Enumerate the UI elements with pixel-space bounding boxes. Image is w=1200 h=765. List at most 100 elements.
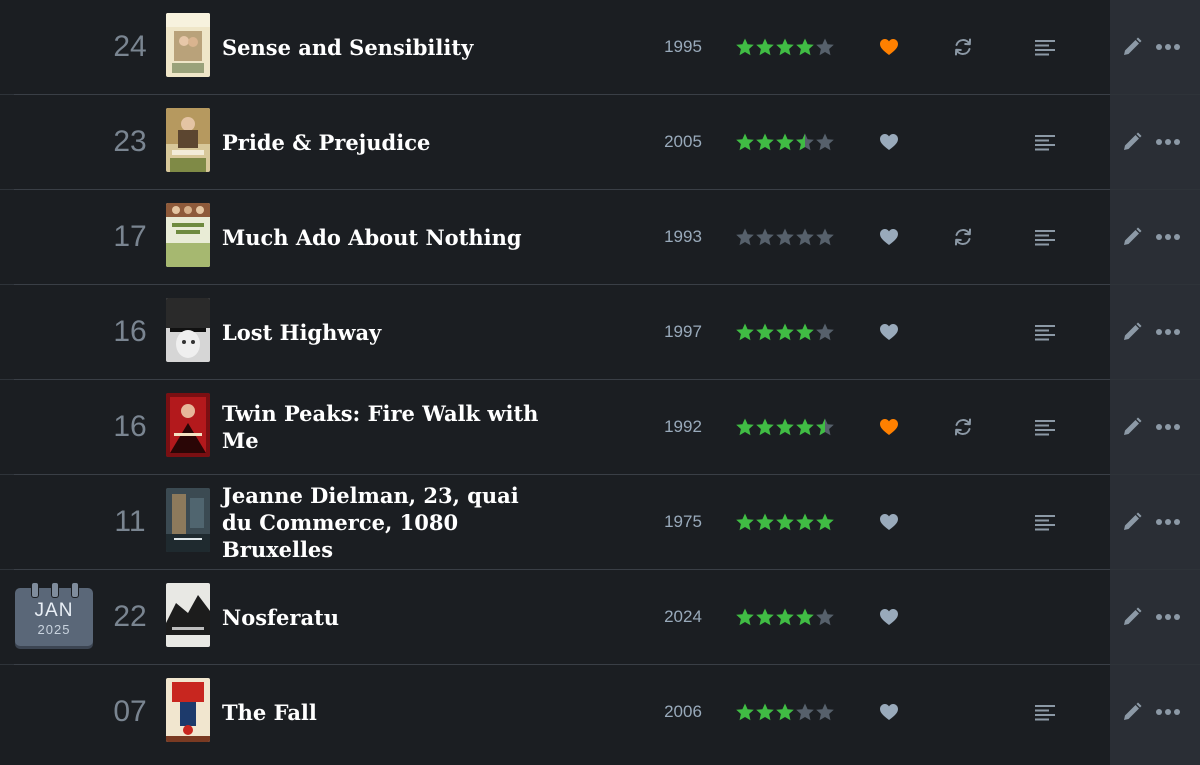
more-options-icon[interactable]	[1155, 380, 1181, 474]
star-full-icon	[756, 703, 774, 721]
star-full-icon	[776, 133, 794, 151]
film-title[interactable]: Jeanne Dielman, 23, quai du Commerce, 10…	[222, 475, 552, 569]
star-full-icon	[796, 38, 814, 56]
entry-day[interactable]: 23	[100, 95, 160, 189]
star-full-icon	[776, 323, 794, 341]
star-rating[interactable]	[735, 95, 835, 189]
entry-day[interactable]: 22	[100, 570, 160, 664]
edit-icon[interactable]	[1121, 665, 1143, 759]
film-year[interactable]: 1992	[648, 380, 718, 474]
entry-day[interactable]: 17	[100, 190, 160, 284]
film-year[interactable]: 2005	[648, 95, 718, 189]
row-divider	[14, 189, 1110, 190]
star-full-icon	[736, 608, 754, 626]
film-title[interactable]: Nosferatu	[222, 570, 552, 664]
more-options-icon[interactable]	[1155, 665, 1181, 759]
review-icon[interactable]	[1034, 285, 1056, 379]
diary-entry: 22 Nosferatu 2024	[0, 569, 1200, 664]
more-options-icon[interactable]	[1155, 95, 1181, 189]
star-empty-icon	[796, 703, 814, 721]
star-empty-icon	[736, 228, 754, 246]
calendar-month-badge[interactable]: JAN 2025	[15, 582, 93, 648]
poster-nosferatu[interactable]	[166, 583, 210, 647]
poster-much-ado[interactable]	[166, 203, 210, 267]
review-icon[interactable]	[1034, 380, 1056, 474]
entry-day[interactable]: 07	[100, 665, 160, 759]
star-empty-icon	[796, 228, 814, 246]
edit-icon[interactable]	[1121, 0, 1143, 94]
like-heart-icon[interactable]	[879, 475, 899, 569]
edit-icon[interactable]	[1121, 190, 1143, 284]
review-icon[interactable]	[1034, 475, 1056, 569]
review-icon[interactable]	[1034, 665, 1056, 759]
film-year[interactable]: 1997	[648, 285, 718, 379]
review-icon[interactable]	[1034, 0, 1056, 94]
poster-jeanne-dielman[interactable]	[166, 488, 210, 552]
edit-icon[interactable]	[1121, 380, 1143, 474]
more-options-icon[interactable]	[1155, 570, 1181, 664]
star-empty-icon	[816, 703, 834, 721]
star-full-icon	[776, 38, 794, 56]
diary-entry: 07 The Fall 2006	[0, 664, 1200, 759]
entry-day[interactable]: 16	[100, 285, 160, 379]
like-heart-icon[interactable]	[879, 95, 899, 189]
like-heart-icon[interactable]	[879, 380, 899, 474]
star-rating[interactable]	[735, 0, 835, 94]
edit-icon[interactable]	[1121, 95, 1143, 189]
like-heart-icon[interactable]	[879, 570, 899, 664]
star-full-icon	[736, 38, 754, 56]
calendar-ring	[51, 582, 59, 598]
film-title[interactable]: Much Ado About Nothing	[222, 190, 552, 284]
star-full-icon	[756, 513, 774, 531]
rewatch-icon[interactable]	[952, 190, 974, 284]
star-rating[interactable]	[735, 570, 835, 664]
star-rating[interactable]	[735, 285, 835, 379]
entry-day[interactable]: 11	[100, 475, 160, 569]
entry-day[interactable]: 16	[100, 380, 160, 474]
poster-sense-and-sensibility[interactable]	[166, 13, 210, 77]
poster-the-fall[interactable]	[166, 678, 210, 742]
diary-entry: 16 Twin Peaks: Fire Walk with Me 1992	[0, 379, 1200, 474]
more-options-icon[interactable]	[1155, 475, 1181, 569]
film-title[interactable]: Pride & Prejudice	[222, 95, 552, 189]
more-options-icon[interactable]	[1155, 190, 1181, 284]
film-year[interactable]: 1975	[648, 475, 718, 569]
more-options-icon[interactable]	[1155, 285, 1181, 379]
like-heart-icon[interactable]	[879, 190, 899, 284]
like-heart-icon[interactable]	[879, 285, 899, 379]
star-rating[interactable]	[735, 190, 835, 284]
film-title[interactable]: The Fall	[222, 665, 552, 759]
film-title[interactable]: Sense and Sensibility	[222, 0, 552, 94]
entry-day[interactable]: 24	[100, 0, 160, 94]
star-rating[interactable]	[735, 475, 835, 569]
star-full-icon	[736, 513, 754, 531]
like-heart-icon[interactable]	[879, 0, 899, 94]
diary-entry: 23 Pride & Prejudice 2005	[0, 94, 1200, 189]
review-icon[interactable]	[1034, 190, 1056, 284]
edit-icon[interactable]	[1121, 570, 1143, 664]
star-full-icon	[736, 133, 754, 151]
film-year[interactable]: 1993	[648, 190, 718, 284]
star-rating[interactable]	[735, 665, 835, 759]
rewatch-icon[interactable]	[952, 0, 974, 94]
rewatch-icon[interactable]	[952, 380, 974, 474]
star-full-icon	[756, 323, 774, 341]
film-year[interactable]: 1995	[648, 0, 718, 94]
review-icon[interactable]	[1034, 95, 1056, 189]
poster-twin-peaks[interactable]	[166, 393, 210, 457]
more-options-icon[interactable]	[1155, 0, 1181, 94]
film-year[interactable]: 2024	[648, 570, 718, 664]
poster-pride-and-prejudice[interactable]	[166, 108, 210, 172]
star-full-icon	[756, 608, 774, 626]
edit-icon[interactable]	[1121, 475, 1143, 569]
edit-icon[interactable]	[1121, 285, 1143, 379]
diary-entry: 11 Jeanne Dielman, 23, quai du Commerce,…	[0, 474, 1200, 569]
film-year[interactable]: 2006	[648, 665, 718, 759]
like-heart-icon[interactable]	[879, 665, 899, 759]
star-rating[interactable]	[735, 380, 835, 474]
film-title[interactable]: Lost Highway	[222, 285, 552, 379]
film-title[interactable]: Twin Peaks: Fire Walk with Me	[222, 380, 552, 474]
star-empty-icon	[816, 38, 834, 56]
star-empty-icon	[816, 228, 834, 246]
poster-lost-highway[interactable]	[166, 298, 210, 362]
